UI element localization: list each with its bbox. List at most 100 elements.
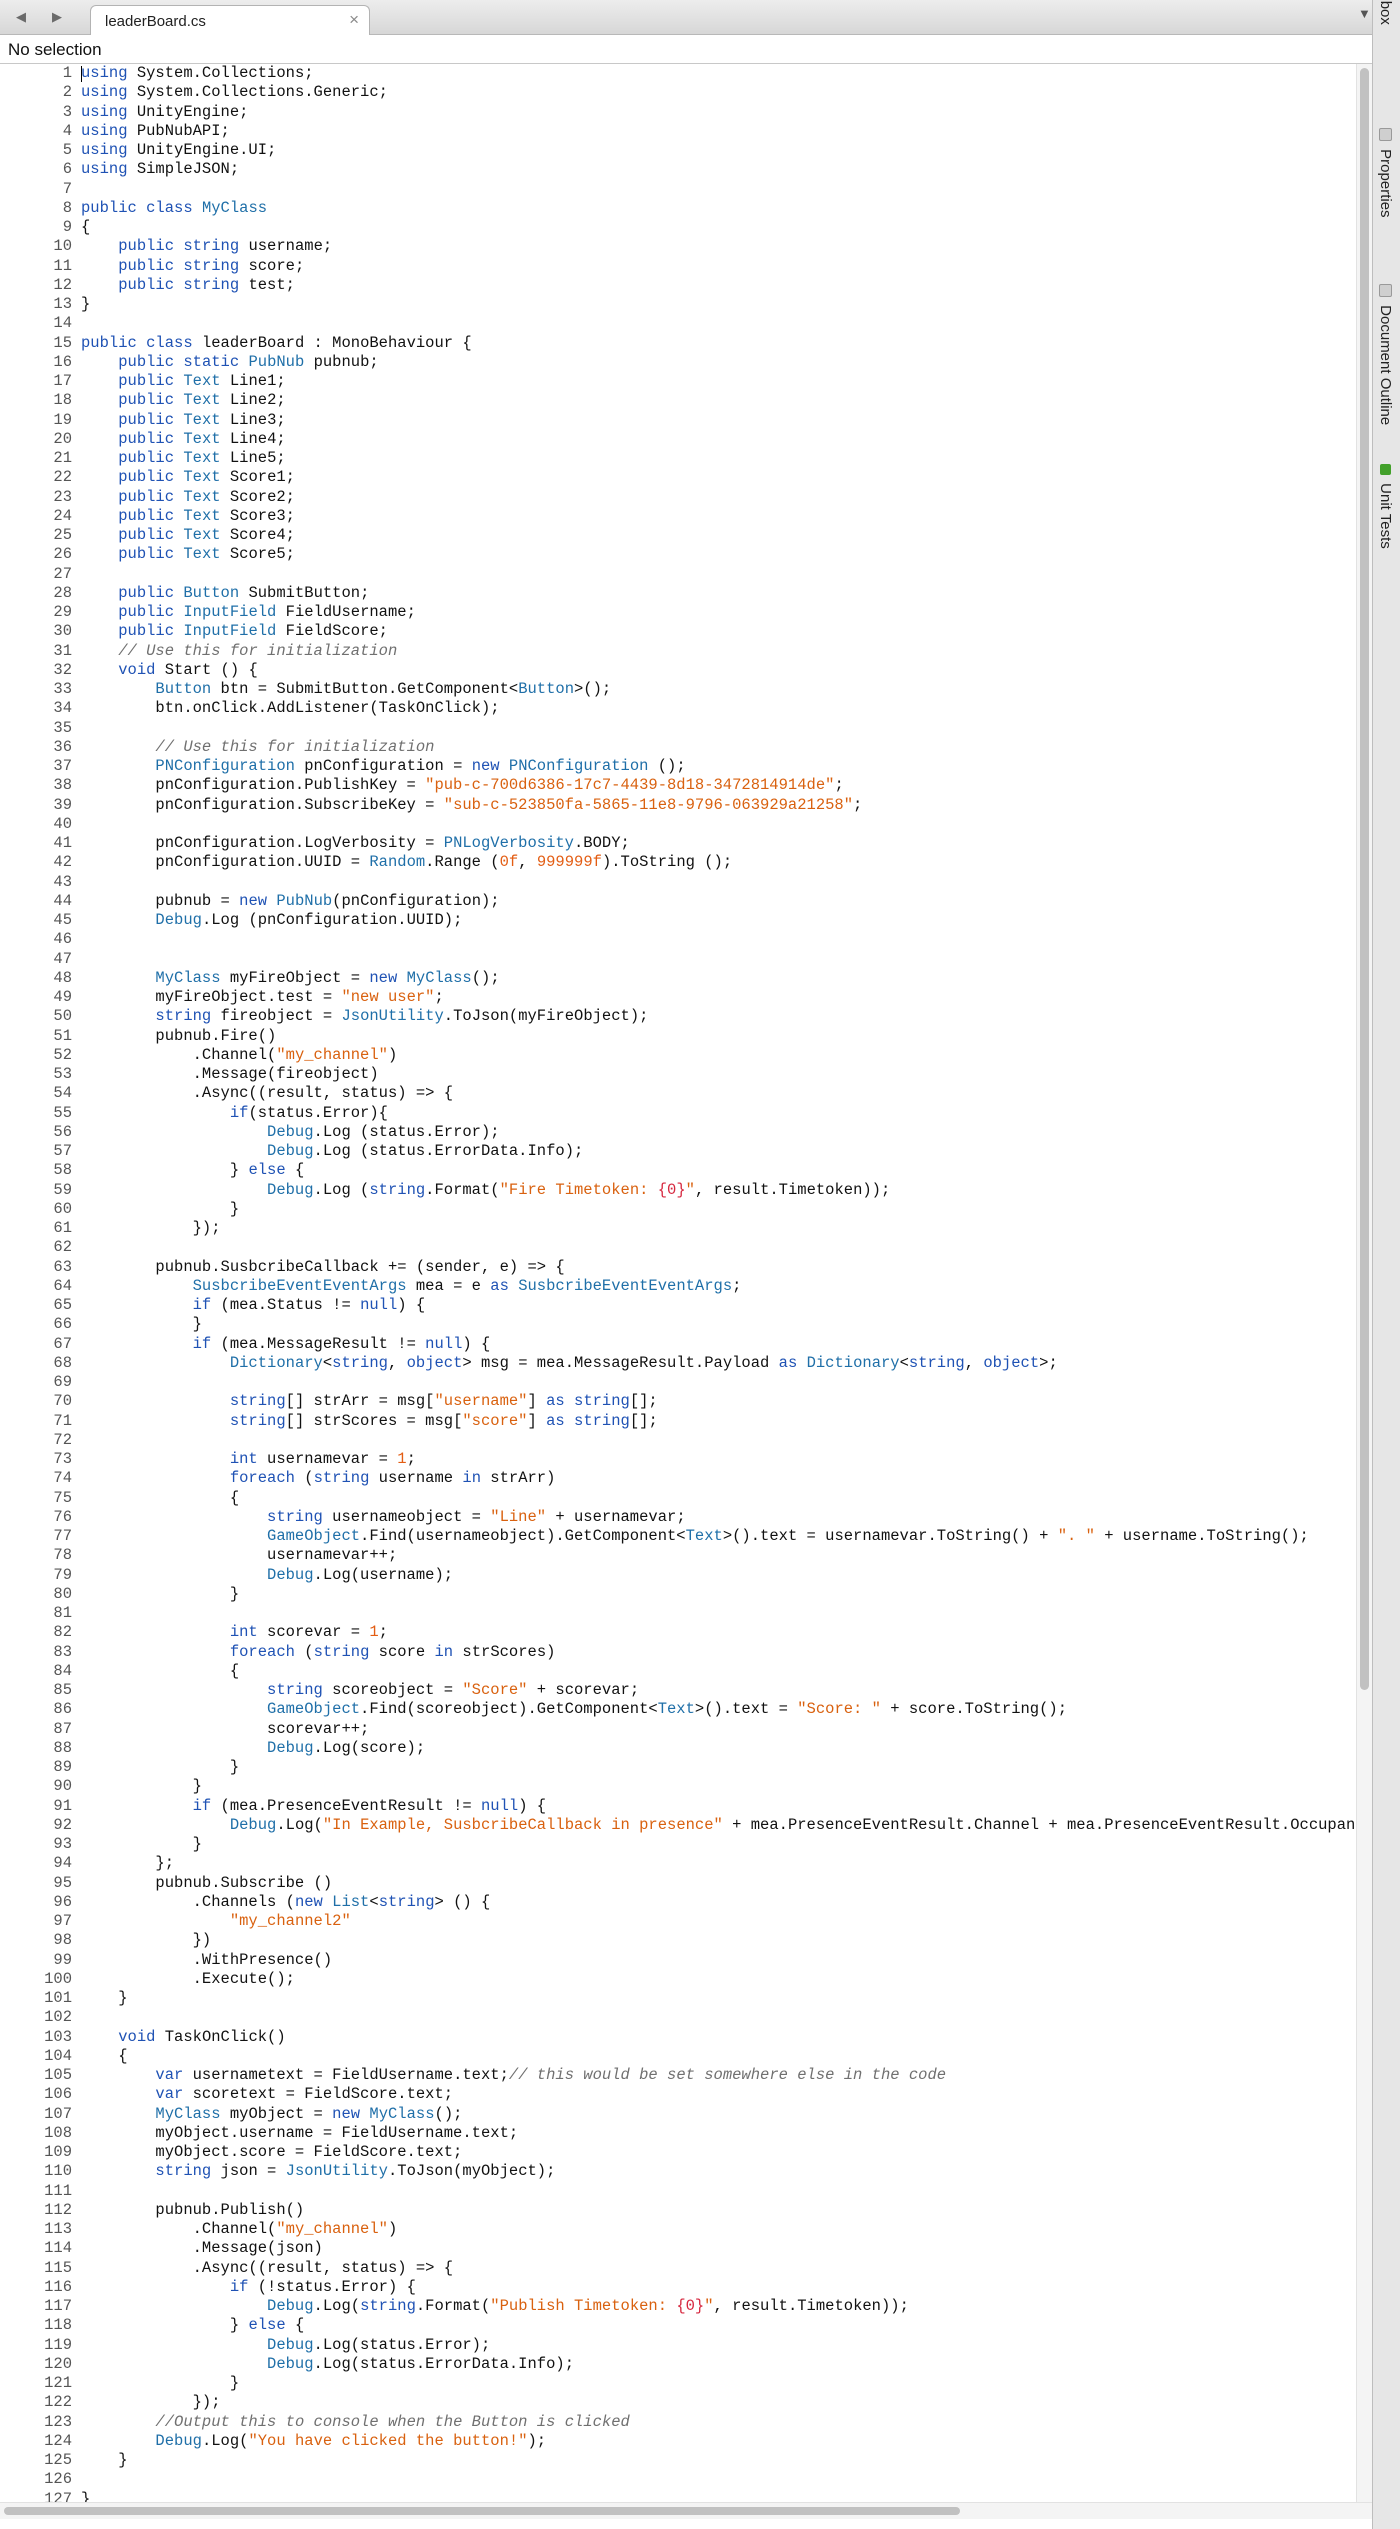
code-line[interactable]: public Text Score1;: [81, 468, 295, 487]
code-line[interactable]: Debug.Log (status.ErrorData.Info);: [81, 1142, 583, 1161]
code-line[interactable]: scorevar++;: [81, 1720, 369, 1739]
code-line[interactable]: public class MyClass: [81, 199, 267, 218]
code-line[interactable]: if (mea.Status != null) {: [81, 1296, 426, 1315]
code-line[interactable]: foreach (string score in strScores): [81, 1643, 556, 1662]
panel-tab-properties[interactable]: Properties: [1377, 128, 1394, 218]
code-line[interactable]: int usernamevar = 1;: [81, 1450, 416, 1469]
code-line[interactable]: .Channels (new List<string> () {: [81, 1893, 491, 1912]
code-line[interactable]: string json = JsonUtility.ToJson(myObjec…: [81, 2162, 555, 2181]
code-line[interactable]: string usernameobject = "Line" + usernam…: [81, 1508, 686, 1527]
code-line[interactable]: public string score;: [81, 257, 304, 276]
code-line[interactable]: }): [81, 1931, 212, 1950]
code-line[interactable]: {: [81, 1489, 239, 1508]
code-line[interactable]: }: [81, 1989, 127, 2008]
close-icon[interactable]: ×: [349, 11, 359, 29]
code-line[interactable]: MyClass myFireObject = new MyClass();: [81, 969, 499, 988]
code-line[interactable]: myFireObject.test = "new user";: [81, 988, 443, 1007]
code-line[interactable]: using UnityEngine;: [81, 103, 248, 122]
code-line[interactable]: MyClass myObject = new MyClass();: [81, 2105, 462, 2124]
code-line[interactable]: using System.Collections;: [81, 64, 314, 83]
code-line[interactable]: void Start () {: [81, 661, 258, 680]
code-line[interactable]: SusbcribeEventEventArgs mea = e as Susbc…: [81, 1277, 742, 1296]
code-line[interactable]: pnConfiguration.SubscribeKey = "sub-c-52…: [81, 796, 862, 815]
code-line[interactable]: .Channel("my_channel"): [81, 1046, 398, 1065]
code-line[interactable]: string[] strScores = msg["score"] as str…: [81, 1412, 658, 1431]
code-line[interactable]: } else {: [81, 2316, 304, 2335]
code-line[interactable]: {: [81, 2047, 127, 2066]
code-line[interactable]: public Text Score4;: [81, 526, 295, 545]
code-line[interactable]: }: [81, 1777, 202, 1796]
code-line[interactable]: public Text Line3;: [81, 411, 285, 430]
code-line[interactable]: // Use this for initialization: [81, 738, 434, 757]
code-line[interactable]: myObject.username = FieldUsername.text;: [81, 2124, 518, 2143]
code-line[interactable]: public Text Line1;: [81, 372, 285, 391]
code-line[interactable]: });: [81, 1219, 221, 1238]
panel-tab-toolbox[interactable]: Toolbox: [1377, 0, 1394, 25]
code-line[interactable]: GameObject.Find(usernameobject).GetCompo…: [81, 1527, 1309, 1546]
code-line[interactable]: Debug.Log (pnConfiguration.UUID);: [81, 911, 462, 930]
code-line[interactable]: .Async((result, status) => {: [81, 1084, 453, 1103]
code-line[interactable]: Debug.Log (string.Format("Fire Timetoken…: [81, 1181, 890, 1200]
code-line[interactable]: void TaskOnClick(): [81, 2028, 285, 2047]
back-arrow-icon[interactable]: ◀: [8, 4, 34, 30]
code-line[interactable]: pubnub.Publish(): [81, 2201, 304, 2220]
code-line[interactable]: }: [81, 1315, 202, 1334]
code-line[interactable]: string scoreobject = "Score" + scorevar;: [81, 1681, 639, 1700]
code-line[interactable]: public string test;: [81, 276, 295, 295]
code-line[interactable]: }: [81, 1835, 202, 1854]
code-line[interactable]: }: [81, 2490, 90, 2503]
code-line[interactable]: pubnub.Fire(): [81, 1027, 276, 1046]
code-line[interactable]: Dictionary<string, object> msg = mea.Mes…: [81, 1354, 1058, 1373]
code-line[interactable]: Button btn = SubmitButton.GetComponent<B…: [81, 680, 611, 699]
code-line[interactable]: {: [81, 218, 90, 237]
code-line[interactable]: .WithPresence(): [81, 1951, 333, 1970]
code-line[interactable]: public class leaderBoard : MonoBehaviour…: [81, 334, 472, 353]
code-line[interactable]: });: [81, 2393, 221, 2412]
code-line[interactable]: GameObject.Find(scoreobject).GetComponen…: [81, 1700, 1067, 1719]
code-line[interactable]: string fireobject = JsonUtility.ToJson(m…: [81, 1007, 648, 1026]
horizontal-scrollbar[interactable]: [0, 2502, 1372, 2519]
code-line[interactable]: pnConfiguration.PublishKey = "pub-c-700d…: [81, 776, 843, 795]
code-line[interactable]: using System.Collections.Generic;: [81, 83, 388, 102]
code-line[interactable]: .Execute();: [81, 1970, 295, 1989]
code-line[interactable]: {: [81, 1662, 239, 1681]
code-line[interactable]: public Text Line5;: [81, 449, 285, 468]
code-line[interactable]: public InputField FieldScore;: [81, 622, 388, 641]
code-line[interactable]: // Use this for initialization: [81, 642, 397, 661]
code-line[interactable]: public Text Score3;: [81, 507, 295, 526]
code-line[interactable]: usernamevar++;: [81, 1546, 397, 1565]
code-line[interactable]: } else {: [81, 1161, 304, 1180]
code-line[interactable]: pnConfiguration.LogVerbosity = PNLogVerb…: [81, 834, 629, 853]
code-line[interactable]: Debug.Log(status.Error);: [81, 2336, 490, 2355]
code-line[interactable]: foreach (string username in strArr): [81, 1469, 556, 1488]
code-line[interactable]: if (mea.PresenceEventResult != null) {: [81, 1797, 546, 1816]
code-line[interactable]: .Channel("my_channel"): [81, 2220, 398, 2239]
code-line[interactable]: using PubNubAPI;: [81, 122, 230, 141]
code-line[interactable]: Debug.Log (status.Error);: [81, 1123, 500, 1142]
code-line[interactable]: var scoretext = FieldScore.text;: [81, 2085, 453, 2104]
code-line[interactable]: public static PubNub pubnub;: [81, 353, 378, 372]
code-line[interactable]: public Text Line4;: [81, 430, 285, 449]
code-line[interactable]: btn.onClick.AddListener(TaskOnClick);: [81, 699, 499, 718]
code-line[interactable]: Debug.Log(status.ErrorData.Info);: [81, 2355, 574, 2374]
code-line[interactable]: pubnub.Subscribe (): [81, 1874, 332, 1893]
code-line[interactable]: }: [81, 2451, 127, 2470]
code-line[interactable]: using SimpleJSON;: [81, 160, 239, 179]
code-line[interactable]: public string username;: [81, 237, 332, 256]
code-line[interactable]: public InputField FieldUsername;: [81, 603, 416, 622]
forward-arrow-icon[interactable]: ▶: [44, 4, 70, 30]
code-line[interactable]: string[] strArr = msg["username"] as str…: [81, 1392, 658, 1411]
code-editor[interactable]: 1 2 3 4 5 6 7 8 9 10 11 12 13 14 15 16 17 18 19 20 21 22 23 24 2…: [0, 64, 1372, 2502]
code-line[interactable]: var usernametext = FieldUsername.text;//…: [81, 2066, 946, 2085]
code-line[interactable]: Debug.Log("You have clicked the button!"…: [81, 2432, 546, 2451]
code-line[interactable]: if(status.Error){: [81, 1104, 388, 1123]
code-line[interactable]: };: [81, 1854, 174, 1873]
code-line[interactable]: public Text Score2;: [81, 488, 295, 507]
code-line[interactable]: pnConfiguration.UUID = Random.Range (0f,…: [81, 853, 732, 872]
code-line[interactable]: }: [81, 1200, 239, 1219]
code-line[interactable]: if (!status.Error) {: [81, 2278, 416, 2297]
panel-tab-unit-tests[interactable]: Unit Tests: [1377, 464, 1394, 549]
code-line[interactable]: }: [81, 295, 90, 314]
panel-tab-document-outline[interactable]: Document Outline: [1377, 284, 1394, 425]
vertical-scrollbar[interactable]: [1356, 64, 1372, 2502]
